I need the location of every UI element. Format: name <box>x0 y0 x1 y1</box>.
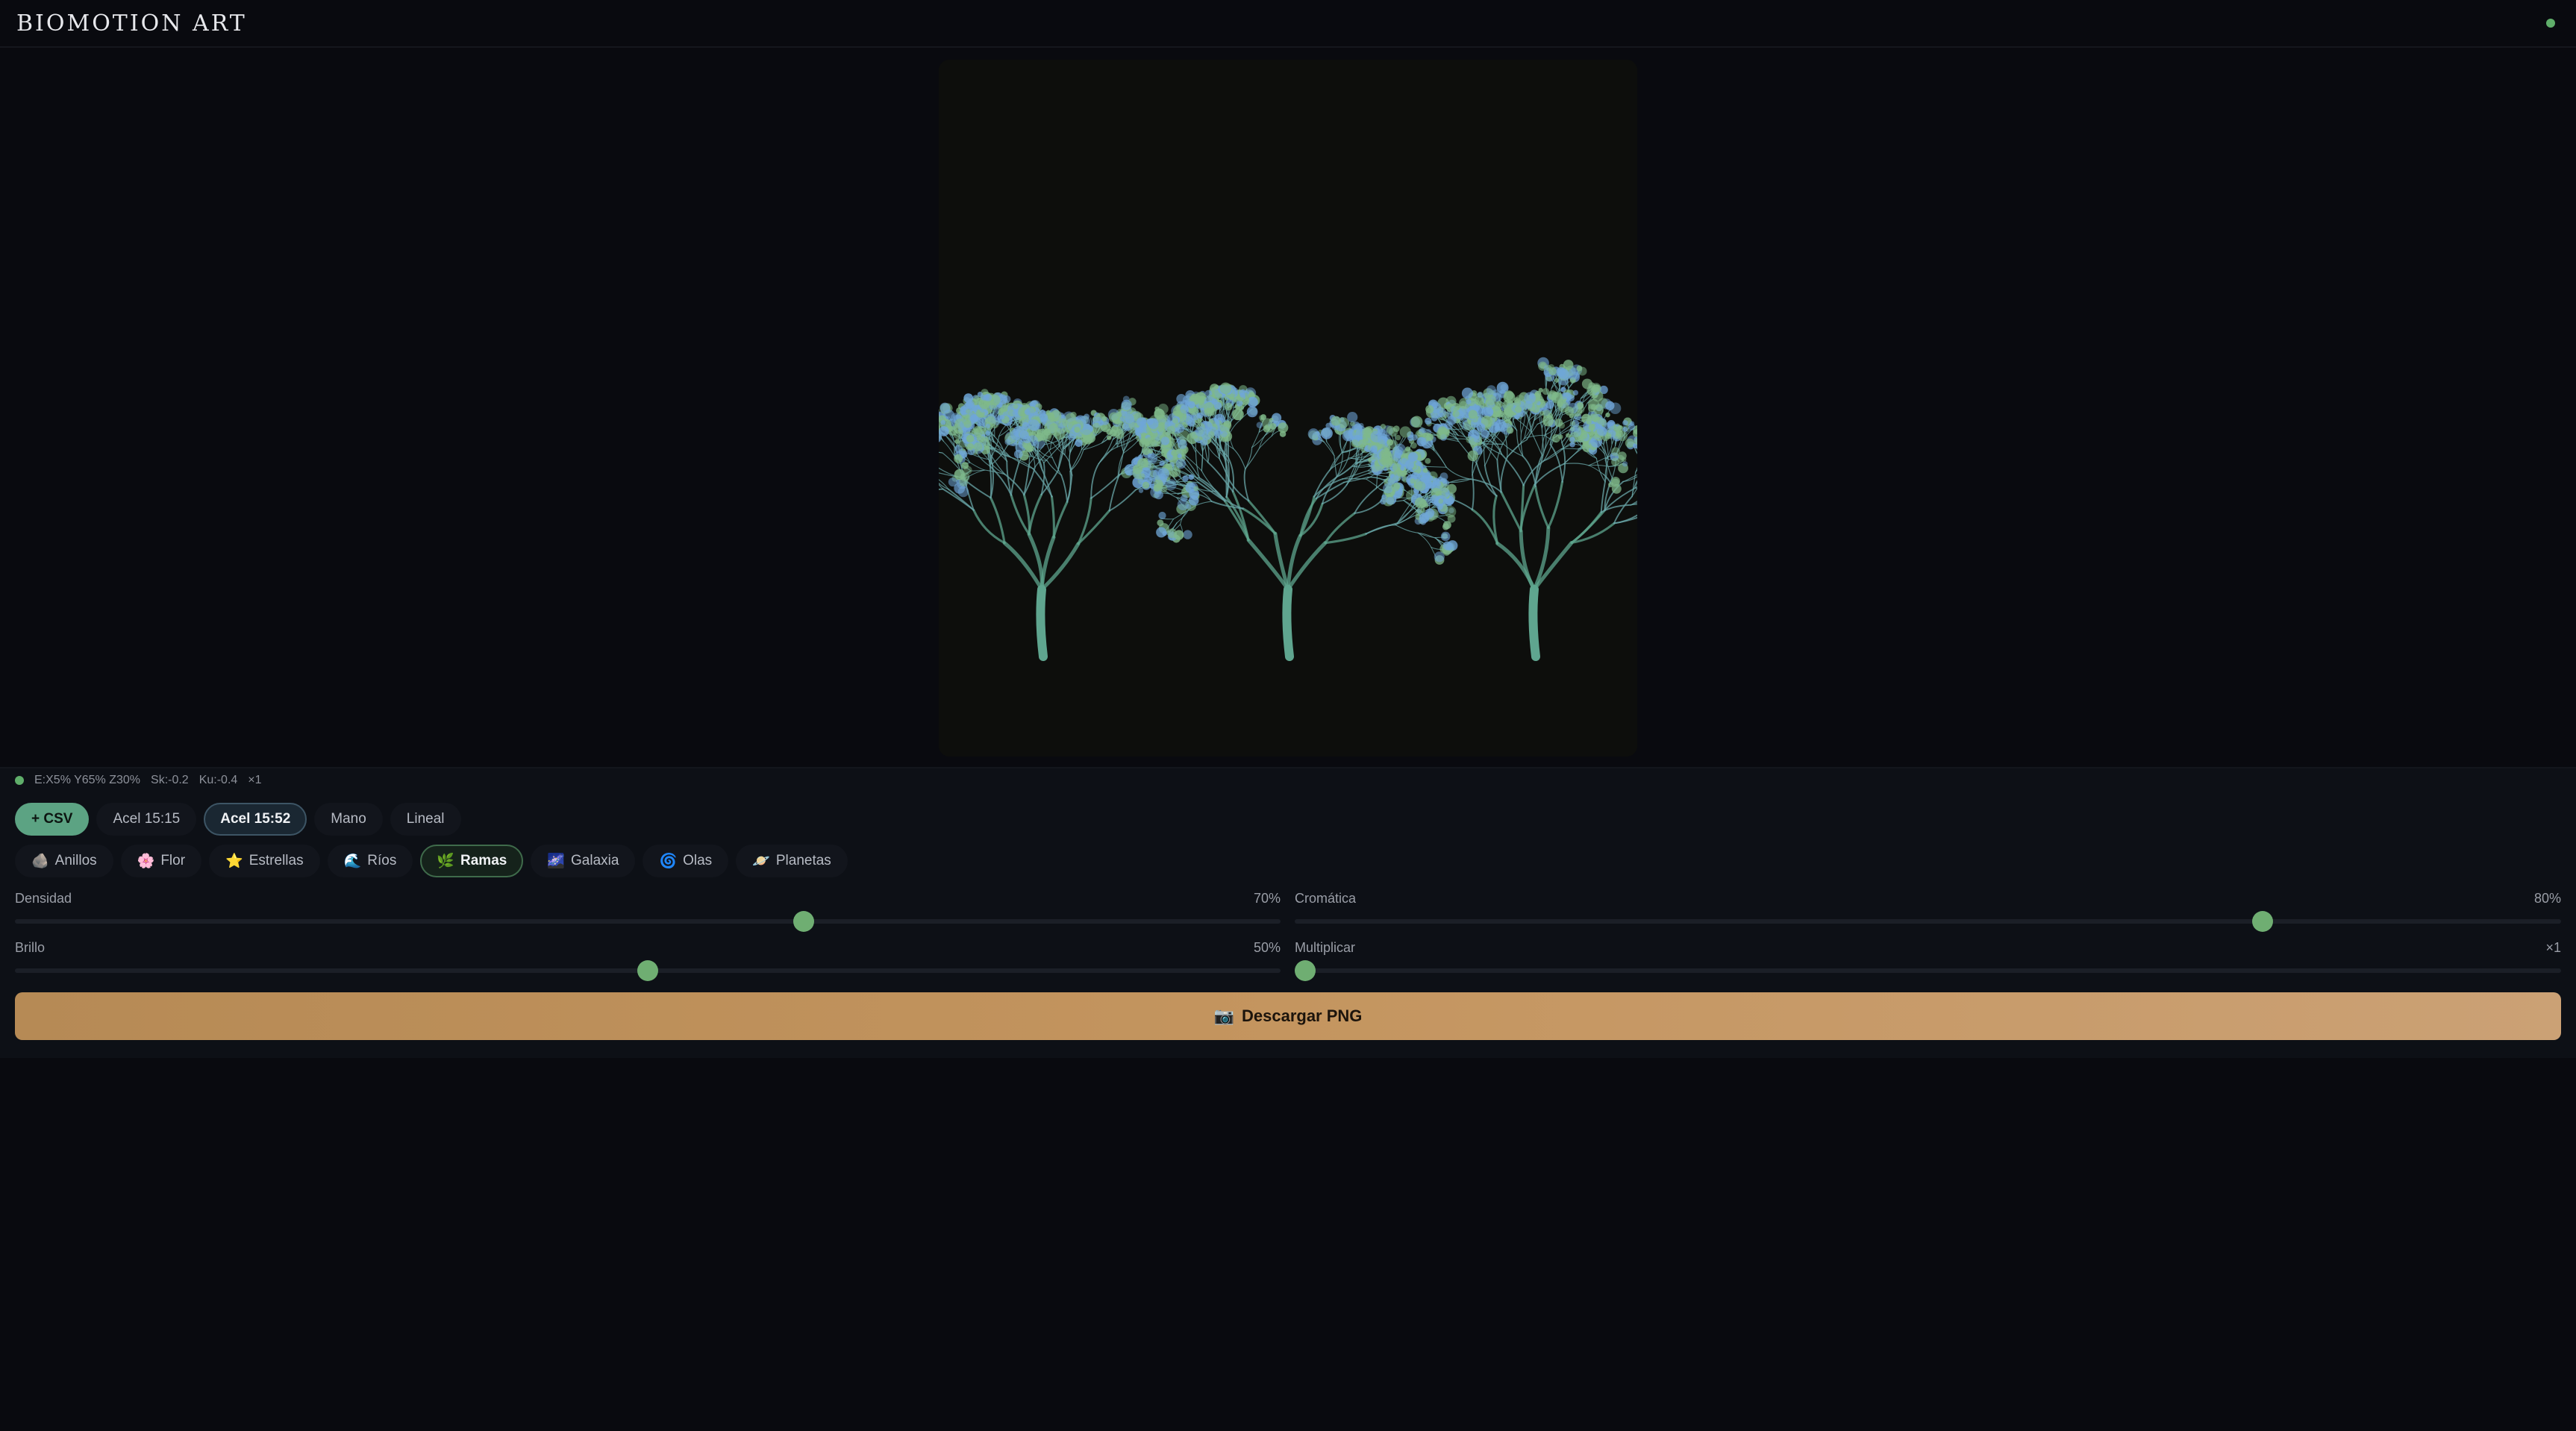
connection-status-icon <box>2546 19 2555 28</box>
multiply-value: ×1 <box>2545 940 2561 955</box>
brightness-slider[interactable] <box>15 960 1281 981</box>
chromatic-slider-thumb[interactable] <box>2251 911 2273 932</box>
app-title: BIOMOTION ART <box>16 10 247 37</box>
add-csv-button[interactable]: + CSV <box>15 803 90 836</box>
source-lineal[interactable]: Lineal <box>390 803 461 836</box>
mode-olas[interactable]: 🌀 Olas <box>643 845 729 877</box>
kurtosis-stat: Ku:-0.4 <box>198 774 238 786</box>
star-icon: ⭐ <box>225 853 243 869</box>
mode-anillos[interactable]: 🪨 Anillos <box>15 845 113 877</box>
wave-icon: 🌊 <box>343 853 362 869</box>
mode-label: Flor <box>160 853 186 868</box>
density-label: Densidad <box>15 891 72 906</box>
live-indicator-icon <box>15 776 24 785</box>
chromatic-slider[interactable] <box>1295 911 2561 932</box>
download-png-button[interactable]: 📷 Descargar PNG <box>15 992 2561 1040</box>
chromatic-value: 80% <box>2533 891 2561 906</box>
chromatic-slider-group: Cromática 80% <box>1295 891 2561 932</box>
multiply-slider-thumb[interactable] <box>1294 960 1316 981</box>
multiply-slider-group: Multiplicar ×1 <box>1294 940 2561 981</box>
mode-label: Ramas <box>460 853 507 868</box>
art-canvas[interactable] <box>939 60 1637 757</box>
camera-icon: 📷 <box>1213 1006 1234 1025</box>
brightness-value: 50% <box>1253 940 1281 955</box>
density-slider[interactable] <box>15 911 1281 932</box>
mode-label: Ríos <box>367 853 397 868</box>
mode-rios[interactable]: 🌊 Ríos <box>327 845 413 877</box>
mode-label: Planetas <box>775 853 831 868</box>
flower-icon: 🌸 <box>137 853 155 869</box>
mode-planetas[interactable]: 🪐 Planetas <box>736 845 848 877</box>
download-label: Descargar PNG <box>1241 1006 1363 1025</box>
multiply-slider[interactable] <box>1294 960 2561 981</box>
mode-ramas[interactable]: 🌿 Ramas <box>420 845 524 877</box>
source-mano[interactable]: Mano <box>314 803 383 836</box>
mode-label: Olas <box>683 853 713 868</box>
spiral-icon: 🌀 <box>659 853 678 869</box>
brightness-slider-group: Brillo 50% <box>15 940 1281 981</box>
rock-icon: 🪨 <box>31 853 49 869</box>
multiply-label: Multiplicar <box>1295 940 1356 955</box>
mode-selector: 🪨 Anillos 🌸 Flor ⭐ Estrellas 🌊 Ríos 🌿 Ra… <box>15 845 848 877</box>
source-acel-1552[interactable]: Acel 15:52 <box>204 803 307 836</box>
herb-icon: 🌿 <box>437 853 455 869</box>
mode-label: Galaxia <box>571 853 619 868</box>
mode-galaxia[interactable]: 🌌 Galaxia <box>531 845 636 877</box>
density-slider-thumb[interactable] <box>793 911 814 932</box>
planet-icon: 🪐 <box>752 853 770 869</box>
branches-artwork <box>939 357 1637 661</box>
app-header: BIOMOTION ART <box>0 0 2576 48</box>
energy-stat: E:X5% Y65% Z30% <box>34 774 141 786</box>
galaxy-icon: 🌌 <box>547 853 566 869</box>
source-acel-1515[interactable]: Acel 15:15 <box>96 803 197 836</box>
source-selector: + CSV Acel 15:15 Acel 15:52 Mano Lineal <box>15 803 461 836</box>
mode-label: Estrellas <box>248 853 304 868</box>
stats-bar: E:X5% Y65% Z30% Sk:-0.2 Ku:-0.4 ×1 <box>15 771 262 789</box>
mode-label: Anillos <box>54 853 97 868</box>
brightness-slider-thumb[interactable] <box>637 960 658 981</box>
skew-stat: Sk:-0.2 <box>151 774 189 786</box>
brightness-label: Brillo <box>15 940 46 955</box>
branch-blossoms <box>939 357 1637 565</box>
chromatic-label: Cromática <box>1295 891 1357 906</box>
mode-estrellas[interactable]: ⭐ Estrellas <box>209 845 320 877</box>
mode-flor[interactable]: 🌸 Flor <box>120 845 202 877</box>
density-slider-group: Densidad 70% <box>15 891 1281 932</box>
multiplier-stat: ×1 <box>248 774 262 786</box>
density-value: 70% <box>1253 891 1281 906</box>
